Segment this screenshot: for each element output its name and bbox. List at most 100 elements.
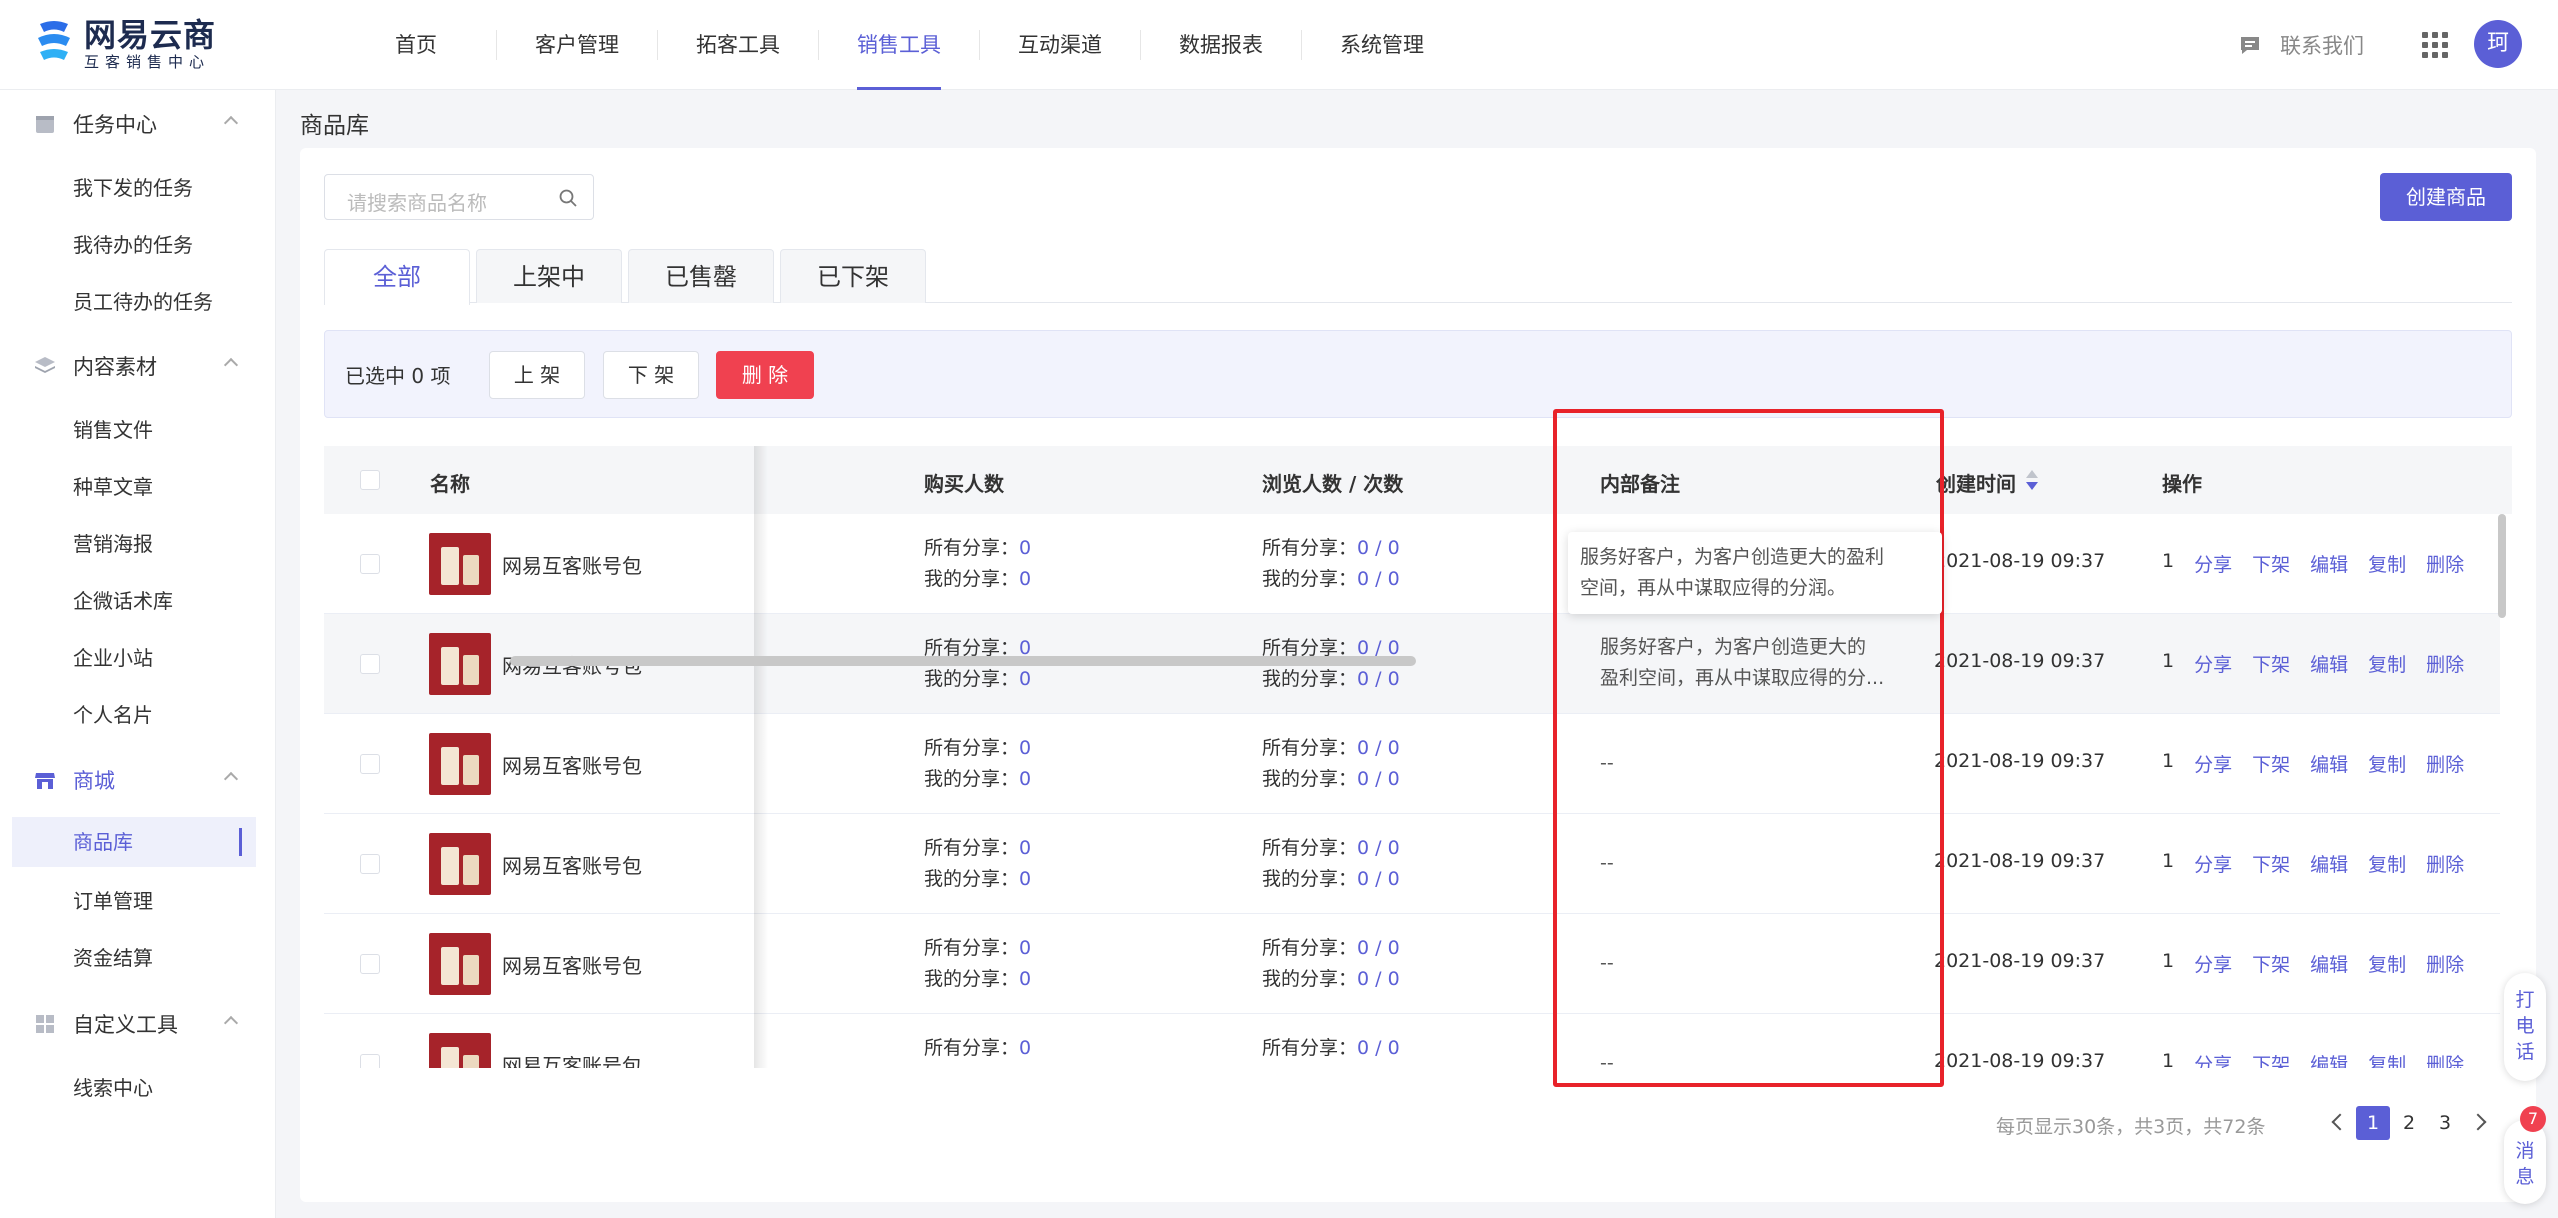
share-link[interactable]: 分享 — [2194, 550, 2232, 577]
product-thumbnail[interactable] — [429, 533, 491, 595]
sidebar-item-product-library[interactable]: 商品库 — [12, 817, 256, 867]
nav-item-prospecting[interactable]: 拓客工具 — [658, 0, 818, 90]
sidebar-item-staff-todo-tasks[interactable]: 员工待办的任务 — [12, 277, 256, 327]
row-checkbox[interactable] — [360, 954, 380, 974]
delete-link[interactable]: 删除 — [2426, 550, 2464, 577]
contact-us-link[interactable]: 联系我们 — [2238, 30, 2364, 60]
tab-off-shelf[interactable]: 已下架 — [780, 249, 926, 303]
nav-item-sales-tools[interactable]: 销售工具 — [857, 0, 941, 90]
product-thumbnail[interactable] — [429, 633, 491, 695]
product-name[interactable]: 网易互客账号包 — [502, 950, 642, 979]
product-name[interactable]: 网易互客账号包 — [502, 850, 642, 879]
page-3-button[interactable]: 3 — [2428, 1106, 2462, 1140]
select-all-checkbox[interactable] — [360, 470, 380, 490]
edit-link[interactable]: 编辑 — [2310, 550, 2348, 577]
off-shelf-link[interactable]: 下架 — [2252, 650, 2290, 677]
tab-all[interactable]: 全部 — [324, 249, 470, 305]
off-shelf-link[interactable]: 下架 — [2252, 750, 2290, 777]
table-row[interactable]: 网易互客账号包所有分享：0我的分享：0所有分享：0 / 0我的分享：0 / 0-… — [324, 1014, 2500, 1068]
sort-icon[interactable] — [2026, 469, 2038, 490]
sidebar-item-business-card[interactable]: 个人名片 — [12, 690, 256, 740]
copy-link[interactable]: 复制 — [2368, 750, 2406, 777]
off-shelf-link[interactable]: 下架 — [2252, 950, 2290, 977]
search-icon[interactable] — [559, 189, 577, 207]
create-product-button[interactable]: 创建商品 — [2380, 173, 2512, 221]
sidebar-item-settlement[interactable]: 资金结算 — [12, 933, 256, 983]
share-link[interactable]: 分享 — [2194, 950, 2232, 977]
sidebar-item-orders[interactable]: 订单管理 — [12, 876, 256, 926]
call-widget[interactable]: 打 电 话 — [2504, 973, 2546, 1081]
copy-link[interactable]: 复制 — [2368, 550, 2406, 577]
sidebar-item-mini-site[interactable]: 企业小站 — [12, 633, 256, 683]
product-thumbnail[interactable] — [429, 1033, 491, 1068]
nav-item-home[interactable]: 首页 — [336, 0, 496, 90]
sidebar-item-leads[interactable]: 线索中心 — [12, 1063, 256, 1113]
row-checkbox[interactable] — [360, 654, 380, 674]
tab-sold-out[interactable]: 已售罄 — [628, 249, 774, 303]
page-2-button[interactable]: 2 — [2392, 1106, 2426, 1140]
delete-link[interactable]: 删除 — [2426, 650, 2464, 677]
share-link[interactable]: 分享 — [2194, 850, 2232, 877]
table-row[interactable]: 网易互客账号包所有分享：0我的分享：0所有分享：0 / 0我的分享：0 / 0-… — [324, 714, 2500, 814]
horizontal-scrollbar[interactable] — [510, 656, 1416, 666]
page-1-button[interactable]: 1 — [2356, 1106, 2390, 1140]
column-header-created[interactable]: 创建时间 — [1936, 468, 2038, 497]
edit-link[interactable]: 编辑 — [2310, 850, 2348, 877]
table-row[interactable]: 网易互客账号包 所有分享：0 我的分享：0 所有分享：0 / 0 我的分享：0 / 02… — [324, 514, 2500, 614]
copy-link[interactable]: 复制 — [2368, 650, 2406, 677]
batch-on-shelf-button[interactable]: 上 架 — [489, 351, 585, 399]
delete-link[interactable]: 删除 — [2426, 750, 2464, 777]
edit-link[interactable]: 编辑 — [2310, 1050, 2348, 1068]
copy-link[interactable]: 复制 — [2368, 950, 2406, 977]
sidebar-group-custom-tools[interactable]: 自定义工具 — [0, 996, 276, 1052]
nav-item-system[interactable]: 系统管理 — [1302, 0, 1462, 90]
copy-link[interactable]: 复制 — [2368, 850, 2406, 877]
nav-item-reports[interactable]: 数据报表 — [1141, 0, 1301, 90]
sidebar-group-task-center[interactable]: 任务中心 — [0, 96, 276, 152]
product-thumbnail[interactable] — [429, 933, 491, 995]
sidebar-item-posters[interactable]: 营销海报 — [12, 519, 256, 569]
copy-link[interactable]: 复制 — [2368, 1050, 2406, 1068]
product-thumbnail[interactable] — [429, 733, 491, 795]
sidebar-item-scripts[interactable]: 企微话术库 — [12, 576, 256, 626]
product-name[interactable]: 网易互客账号包 — [502, 550, 642, 579]
share-link[interactable]: 分享 — [2194, 750, 2232, 777]
sidebar-item-articles[interactable]: 种草文章 — [12, 462, 256, 512]
batch-off-shelf-button[interactable]: 下 架 — [603, 351, 699, 399]
table-row[interactable]: 网易互客账号包所有分享：0我的分享：0所有分享：0 / 0我的分享：0 / 0-… — [324, 814, 2500, 914]
row-checkbox[interactable] — [360, 854, 380, 874]
sidebar-group-content[interactable]: 内容素材 — [0, 338, 276, 394]
sidebar-item-sales-files[interactable]: 销售文件 — [12, 405, 256, 455]
nav-item-customer[interactable]: 客户管理 — [497, 0, 657, 90]
apps-grid-icon[interactable] — [2422, 32, 2448, 58]
delete-link[interactable]: 删除 — [2426, 950, 2464, 977]
tab-on-shelf[interactable]: 上架中 — [476, 249, 622, 303]
sidebar-item-my-todo-tasks[interactable]: 我待办的任务 — [12, 220, 256, 270]
product-name[interactable]: 网易互客账号包 — [502, 750, 642, 779]
brand-logo[interactable]: 网易云商 互客销售中心 — [34, 16, 216, 72]
off-shelf-link[interactable]: 下架 — [2252, 850, 2290, 877]
product-name[interactable]: 网易互客账号包 — [502, 1050, 642, 1068]
nav-item-channels[interactable]: 互动渠道 — [980, 0, 1140, 90]
row-checkbox[interactable] — [360, 554, 380, 574]
delete-link[interactable]: 删除 — [2426, 850, 2464, 877]
off-shelf-link[interactable]: 下架 — [2252, 1050, 2290, 1068]
delete-link[interactable]: 删除 — [2426, 1050, 2464, 1068]
message-widget[interactable]: 消 息 — [2504, 1120, 2546, 1204]
table-row[interactable]: 网易互客账号包所有分享：0我的分享：0所有分享：0 / 0我的分享：0 / 0-… — [324, 914, 2500, 1014]
edit-link[interactable]: 编辑 — [2310, 950, 2348, 977]
share-link[interactable]: 分享 — [2194, 1050, 2232, 1068]
off-shelf-link[interactable]: 下架 — [2252, 550, 2290, 577]
share-link[interactable]: 分享 — [2194, 650, 2232, 677]
row-checkbox[interactable] — [360, 1054, 380, 1068]
user-avatar[interactable]: 珂 — [2474, 20, 2522, 68]
sidebar-item-my-issued-tasks[interactable]: 我下发的任务 — [12, 163, 256, 213]
product-thumbnail[interactable] — [429, 833, 491, 895]
edit-link[interactable]: 编辑 — [2310, 750, 2348, 777]
sidebar-group-shop[interactable]: 商城 — [0, 752, 276, 808]
search-input[interactable]: 请搜索商品名称 — [324, 174, 594, 220]
edit-link[interactable]: 编辑 — [2310, 650, 2348, 677]
batch-delete-button[interactable]: 删 除 — [716, 351, 814, 399]
vertical-scrollbar[interactable] — [2498, 514, 2506, 618]
row-checkbox[interactable] — [360, 754, 380, 774]
